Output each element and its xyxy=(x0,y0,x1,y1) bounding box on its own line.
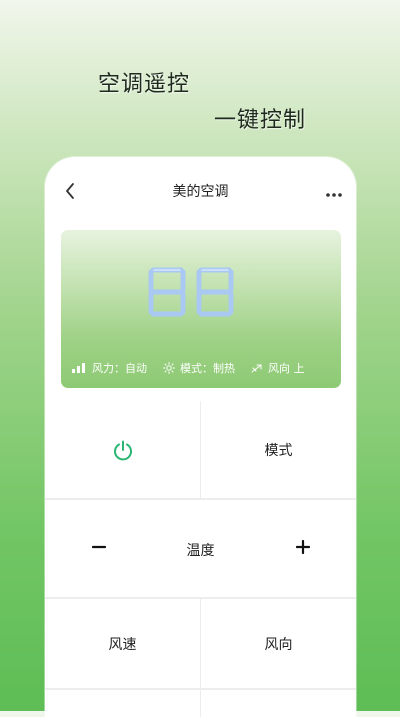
control-cell-bottom-right[interactable] xyxy=(201,690,356,717)
mode-button-label: 模式 xyxy=(264,442,293,459)
promo-title-line1: 空调遥控 xyxy=(98,72,191,97)
signal-bars-icon xyxy=(71,362,87,374)
mode-button[interactable]: 模式 xyxy=(201,401,356,498)
control-cell-bottom-left[interactable] xyxy=(45,690,200,717)
remote-controls-grid: 模式 温度 风速 风向 xyxy=(45,401,356,717)
status-fan-speed: 风力：自动 xyxy=(71,360,147,376)
plus-icon xyxy=(296,540,310,554)
page-title: 美的空调 xyxy=(172,184,229,200)
power-button[interactable] xyxy=(45,401,200,498)
fan-speed-label: 风速 xyxy=(108,636,137,653)
phone-screen: 美的空调 风力：自动 模式：制热 风向 上 模式 温度 风速 风向 xyxy=(45,157,356,717)
temperature-row: 温度 xyxy=(45,500,356,597)
sun-icon xyxy=(163,362,175,374)
status-row: 风力：自动 模式：制热 风向 上 xyxy=(71,360,331,376)
more-button[interactable] xyxy=(324,185,344,197)
power-icon xyxy=(113,440,132,460)
wind-direction-icon xyxy=(251,362,263,374)
status-wind-direction-label: 风向 上 xyxy=(268,362,305,375)
status-mode: 模式：制热 xyxy=(163,360,235,376)
wind-direction-label: 风向 xyxy=(264,636,293,653)
temperature-digits-display xyxy=(148,267,234,317)
temperature-increase-button[interactable] xyxy=(289,533,317,561)
status-mode-label: 模式：制热 xyxy=(180,362,235,375)
ac-display-panel: 风力：自动 模式：制热 风向 上 xyxy=(61,230,341,388)
wind-direction-button[interactable]: 风向 xyxy=(201,599,356,688)
status-fan-speed-label: 风力：自动 xyxy=(92,362,147,375)
more-horizontal-icon xyxy=(326,193,342,197)
status-wind-direction: 风向 上 xyxy=(251,360,305,376)
promo-title-line2: 一键控制 xyxy=(214,108,307,133)
top-nav-bar: 美的空调 xyxy=(45,157,356,225)
fan-speed-button[interactable]: 风速 xyxy=(45,599,200,688)
